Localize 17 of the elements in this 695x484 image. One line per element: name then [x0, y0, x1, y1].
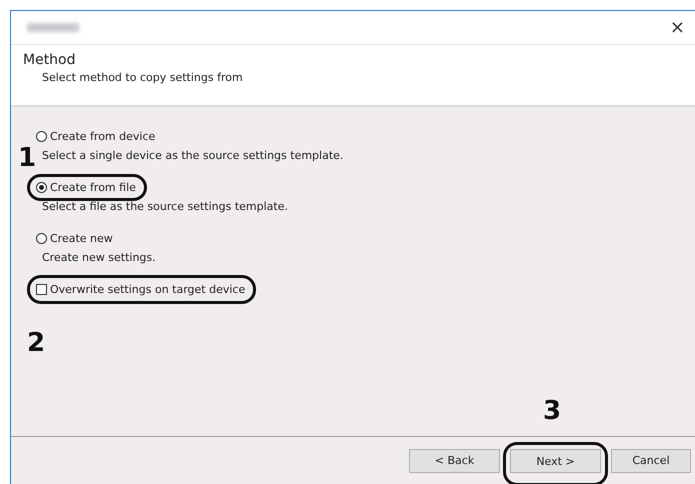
radio-option[interactable]: Create from file — [36, 177, 136, 198]
radio-option[interactable]: Create new — [36, 228, 113, 249]
option-description: Select a file as the source settings template. — [42, 200, 288, 215]
step-number: 1 — [18, 145, 36, 171]
step-number: 3 — [543, 398, 562, 424]
back-button[interactable]: < Back — [409, 448, 500, 472]
close-button[interactable]: × — [664, 17, 691, 38]
section-title: Method — [23, 52, 77, 68]
step-number: 2 — [27, 330, 46, 356]
checkbox-option[interactable]: Overwrite settings on target device — [36, 279, 246, 300]
option-description: Create new settings. — [42, 251, 156, 266]
next-button[interactable]: Next > — [510, 449, 601, 473]
section-subtitle: Select method to copy settings from — [42, 71, 244, 84]
option-description: Select a single device as the source settings template. — [42, 149, 344, 164]
blurred-title — [27, 23, 79, 32]
cancel-button[interactable]: Cancel — [611, 448, 691, 472]
radio-option[interactable]: Create from device — [36, 126, 156, 147]
